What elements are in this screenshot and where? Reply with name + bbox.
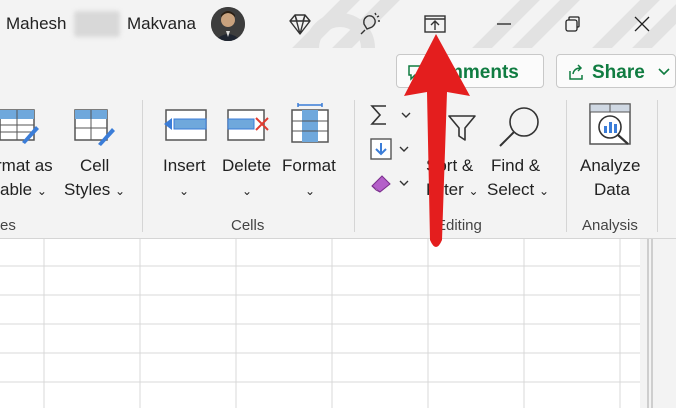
sort-filter-icon[interactable] — [446, 112, 478, 144]
user-last-name: Makvana — [127, 14, 196, 33]
chevron-down-icon: ⌄ — [179, 184, 190, 198]
minimize-icon[interactable] — [490, 10, 518, 38]
comment-icon — [408, 65, 424, 81]
close-icon[interactable] — [628, 10, 656, 38]
share-icon — [569, 64, 583, 80]
find-select-label-2: Select — [487, 180, 535, 199]
chevron-down-icon: ⌄ — [305, 184, 316, 198]
delete-chevron[interactable]: ⌄ — [242, 180, 252, 200]
format-as-table-icon[interactable] — [0, 106, 40, 146]
group-separator — [354, 100, 355, 232]
find-select-button[interactable]: Select ⌄ — [487, 180, 549, 200]
redacted-name — [74, 11, 120, 37]
restore-icon[interactable] — [558, 10, 586, 38]
cells-group-label: Cells — [231, 217, 265, 234]
cell-styles-button[interactable]: Styles ⌄ — [64, 180, 125, 200]
group-separator — [657, 100, 658, 232]
insert-chevron[interactable]: ⌄ — [179, 180, 189, 200]
find-select-label-1: Find & — [491, 156, 541, 175]
ribbon: mments Share rmat as able ⌄ Cell Styles … — [0, 48, 676, 239]
delete-label: Delete — [222, 156, 272, 175]
user-first-name: Mahesh — [6, 14, 67, 33]
spreadsheet-grid[interactable] — [0, 239, 676, 408]
editing-group-label: Editing — [436, 217, 482, 234]
comments-button[interactable]: mments — [396, 54, 544, 88]
share-label: Share — [592, 62, 645, 83]
present-icon[interactable] — [421, 10, 449, 38]
cell-styles-icon[interactable] — [74, 106, 116, 148]
format-as-table-button[interactable]: able ⌄ — [0, 180, 47, 200]
comments-label: mments — [446, 62, 519, 83]
fill-icon[interactable] — [370, 138, 414, 162]
styles-group-label: es — [0, 217, 16, 234]
clear-eraser-icon[interactable] — [370, 172, 414, 194]
autosum-icon[interactable] — [370, 104, 414, 126]
sort-filter-label-1: Sort & — [426, 156, 474, 175]
avatar[interactable] — [211, 7, 245, 41]
delete-cells-icon[interactable] — [226, 108, 272, 142]
analyze-data-icon[interactable] — [588, 102, 634, 148]
group-separator — [566, 100, 567, 232]
cell-styles-label-2: Styles — [64, 180, 111, 199]
lightbulb-wand-icon[interactable] — [355, 10, 383, 38]
format-chevron[interactable]: ⌄ — [305, 180, 315, 200]
sort-filter-button[interactable]: Filter ⌄ — [426, 180, 479, 200]
insert-label: Insert — [163, 156, 206, 175]
chevron-down-icon: ⌄ — [538, 184, 550, 198]
diamond-icon[interactable] — [286, 10, 314, 38]
share-button[interactable]: Share — [556, 54, 676, 88]
title-bar: Mahesh Makvana — [0, 0, 676, 48]
chevron-down-icon: ⌄ — [242, 184, 253, 198]
insert-cells-icon[interactable] — [162, 108, 208, 142]
chevron-down-icon[interactable] — [658, 68, 670, 76]
sort-filter-label-2: Filter — [426, 180, 464, 199]
format-as-table-label-2: able — [0, 180, 33, 199]
analyze-data-label-1: Analyze — [580, 156, 641, 175]
group-separator — [142, 100, 143, 232]
format-label: Format — [282, 156, 336, 175]
chevron-down-icon: ⌄ — [468, 184, 479, 198]
find-select-icon[interactable] — [496, 104, 544, 150]
cell-styles-label-1: Cell — [80, 156, 110, 175]
chevron-down-icon: ⌄ — [36, 184, 47, 198]
format-cells-icon[interactable] — [288, 102, 332, 144]
format-as-table-label-1: rmat as — [0, 156, 53, 175]
analyze-data-label-2: Data — [594, 180, 630, 199]
analysis-group-label: Analysis — [582, 217, 638, 234]
chevron-down-icon: ⌄ — [115, 184, 126, 198]
